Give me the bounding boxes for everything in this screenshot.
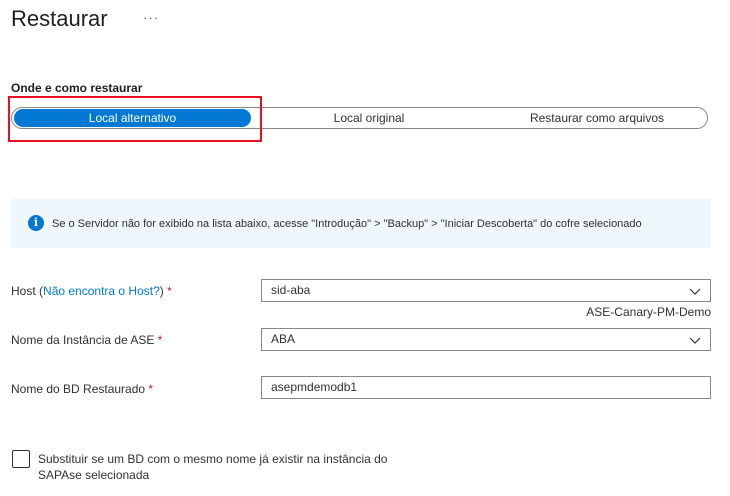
option-restaurar-como-arquivos[interactable]: Restaurar como arquivos: [487, 109, 707, 127]
page-title: Restaurar: [11, 6, 108, 31]
restore-section-label: Onde e como restaurar: [11, 81, 143, 95]
chevron-down-icon: [689, 288, 701, 295]
instance-label-text: Nome da Instância de ASE: [11, 333, 155, 347]
host-subtext: ASE-Canary-PM-Demo: [586, 305, 711, 319]
host-not-found-link[interactable]: Não encontra o Host?: [43, 284, 160, 298]
required-marker: *: [163, 284, 172, 298]
db-name-input-value: asepmdemodb1: [271, 380, 358, 394]
required-marker: *: [145, 382, 154, 396]
host-label-text: Host: [11, 284, 36, 298]
required-marker: *: [154, 333, 163, 347]
instance-label: Nome da Instância de ASE *: [11, 333, 162, 347]
db-name-input[interactable]: asepmdemodb1: [261, 376, 711, 399]
host-dropdown[interactable]: sid-aba: [261, 279, 711, 302]
host-label: Host (Não encontra o Host?) *: [11, 284, 172, 298]
db-name-label: Nome do BD Restaurado *: [11, 382, 153, 396]
instance-dropdown-value: ABA: [271, 332, 296, 346]
host-link-open: (: [35, 284, 44, 298]
chevron-down-icon: [689, 337, 701, 344]
db-name-label-text: Nome do BD Restaurado: [11, 382, 146, 396]
instance-dropdown[interactable]: ABA: [261, 328, 711, 351]
info-icon: i: [28, 215, 44, 231]
option-local-alternativo[interactable]: Local alternativo: [14, 109, 251, 127]
info-banner-text: Se o Servidor não for exibido na lista a…: [52, 218, 642, 230]
more-options-button[interactable]: ···: [143, 10, 159, 25]
overwrite-checkbox[interactable]: [12, 450, 30, 468]
host-dropdown-value: sid-aba: [271, 283, 311, 297]
option-local-original[interactable]: Local original: [251, 109, 487, 127]
overwrite-checkbox-label: Substituir se um BD com o mesmo nome já …: [38, 452, 388, 482]
